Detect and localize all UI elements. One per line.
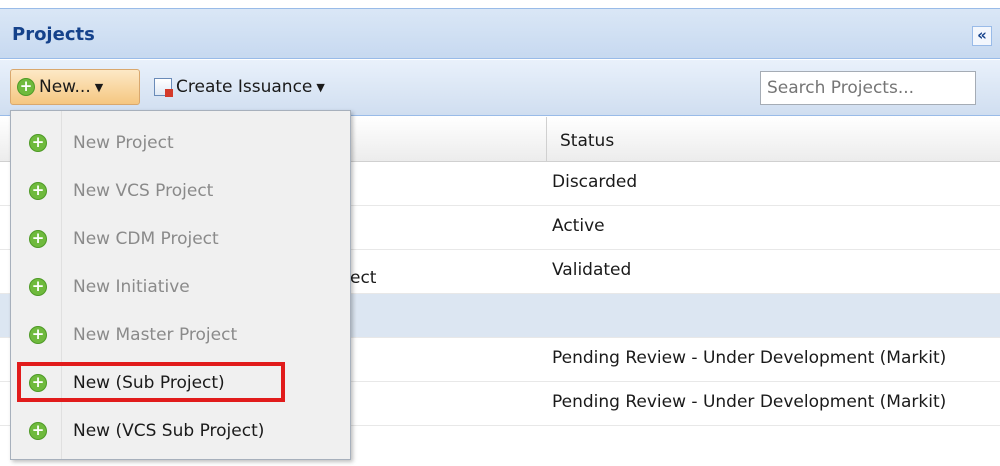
menu-item-new-vcs-project[interactable]: + New VCS Project — [11, 167, 350, 215]
toolbar: + New... ▼ Create Issuance ▼ — [0, 60, 1000, 116]
status-cell: Pending Review - Under Development (Mark… — [552, 348, 947, 368]
menu-item-label: New Master Project — [73, 325, 238, 345]
menu-item-new-cdm-project[interactable]: + New CDM Project — [11, 215, 350, 263]
search-input[interactable] — [760, 71, 976, 105]
projects-panel-header: Projects « — [0, 9, 1000, 59]
menu-item-label: New Initiative — [73, 277, 190, 297]
highlight-box — [17, 362, 285, 402]
menu-item-label: New VCS Project — [73, 181, 214, 201]
add-icon: + — [29, 230, 47, 248]
add-icon: + — [29, 134, 47, 152]
menu-item-new-initiative[interactable]: + New Initiative — [11, 263, 350, 311]
new-menu-button[interactable]: + New... ▼ — [10, 69, 140, 105]
menu-item-new-project[interactable]: + New Project — [11, 119, 350, 167]
status-cell: Active — [552, 216, 605, 236]
add-icon: + — [29, 326, 47, 344]
create-issuance-label: Create Issuance — [176, 77, 313, 97]
page-title: Projects — [12, 24, 95, 45]
status-column-header[interactable]: Status — [560, 131, 614, 151]
status-cell: Discarded — [552, 172, 638, 192]
add-icon: + — [29, 422, 47, 440]
add-icon: + — [29, 182, 47, 200]
menu-item-new-master-project[interactable]: + New Master Project — [11, 311, 350, 359]
collapse-panel-icon[interactable]: « — [972, 26, 992, 46]
menu-item-label: New CDM Project — [73, 229, 219, 249]
document-icon — [154, 78, 173, 97]
chevron-down-icon: ▼ — [94, 80, 104, 94]
chevron-down-icon: ▼ — [316, 80, 325, 94]
name-cell: ect — [350, 268, 377, 288]
status-cell: Pending Review - Under Development (Mark… — [552, 392, 947, 412]
menu-item-label: New Project — [73, 133, 174, 153]
add-icon: + — [29, 278, 47, 296]
new-dropdown-menu: + New Project + New VCS Project + New CD… — [10, 110, 351, 460]
create-issuance-button[interactable]: Create Issuance ▼ — [154, 69, 325, 105]
add-icon: + — [17, 78, 35, 96]
column-separator[interactable] — [546, 117, 547, 162]
menu-item-label: New (VCS Sub Project) — [73, 421, 265, 441]
top-border — [0, 0, 1000, 9]
status-cell: Validated — [552, 260, 632, 280]
new-button-label: New... — [39, 77, 91, 97]
menu-item-new-vcs-sub-project[interactable]: + New (VCS Sub Project) — [11, 407, 350, 455]
